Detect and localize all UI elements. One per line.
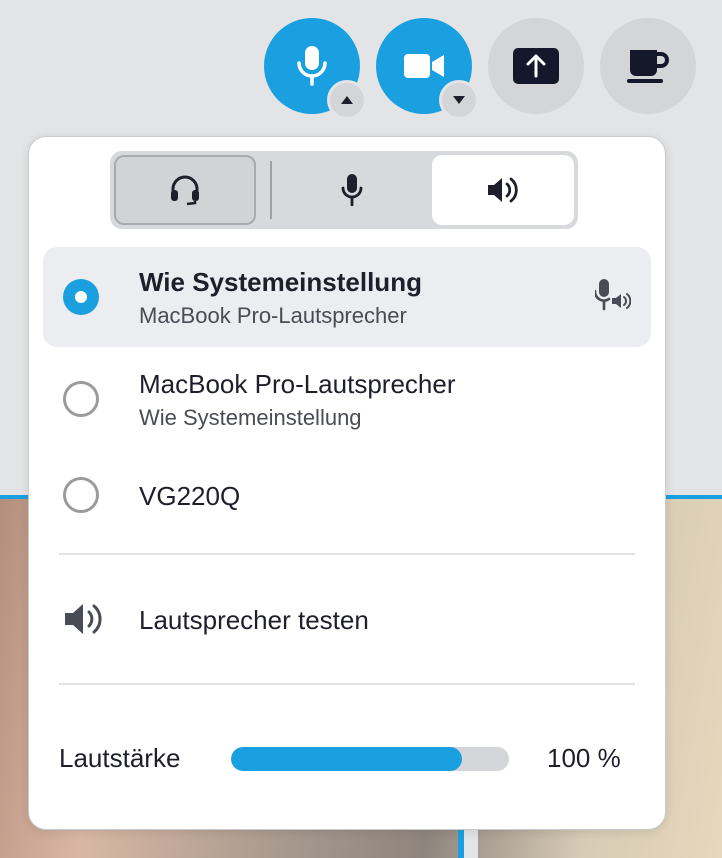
device-title: Wie Systemeinstellung bbox=[139, 267, 422, 297]
mic-options-button[interactable] bbox=[327, 80, 367, 120]
break-button[interactable] bbox=[600, 18, 696, 114]
caret-down-icon bbox=[453, 96, 465, 104]
coffee-cup-icon bbox=[627, 50, 669, 83]
radio-unselected[interactable] bbox=[63, 477, 99, 513]
device-subtitle: Wie Systemeinstellung bbox=[139, 405, 362, 430]
screen-share-button[interactable] bbox=[488, 18, 584, 114]
caret-up-icon bbox=[341, 96, 353, 104]
radio-selected[interactable] bbox=[63, 279, 99, 315]
volume-slider[interactable] bbox=[231, 747, 509, 771]
camera-options-button[interactable] bbox=[439, 80, 479, 120]
microphone-icon bbox=[341, 174, 363, 206]
headset-icon bbox=[171, 175, 199, 206]
mic-speaker-icon bbox=[595, 279, 631, 311]
device-option-system-default[interactable]: Wie Systemeinstellung MacBook Pro-Lautsp… bbox=[43, 247, 651, 347]
radio-unselected[interactable] bbox=[63, 381, 99, 417]
speaker-icon bbox=[488, 177, 518, 203]
test-speaker-label: Lautsprecher testen bbox=[139, 605, 369, 635]
volume-value: 100 % bbox=[547, 743, 621, 773]
test-speaker-button[interactable]: Lautsprecher testen bbox=[59, 591, 635, 651]
device-subtitle: MacBook Pro-Lautsprecher bbox=[139, 303, 407, 328]
divider bbox=[59, 683, 635, 685]
device-type-tabs bbox=[110, 151, 578, 229]
tab-speaker[interactable] bbox=[432, 155, 574, 225]
tab-headset[interactable] bbox=[114, 155, 256, 225]
microphone-icon bbox=[297, 46, 327, 86]
tab-microphone[interactable] bbox=[272, 155, 432, 225]
device-option-macbook-speakers[interactable]: MacBook Pro-Lautsprecher Wie Systemeinst… bbox=[43, 349, 651, 449]
divider bbox=[59, 553, 635, 555]
volume-slider-fill bbox=[231, 747, 462, 771]
device-title: MacBook Pro-Lautsprecher bbox=[139, 369, 456, 399]
device-option-vg220q[interactable]: VG220Q bbox=[43, 451, 651, 541]
device-title: VG220Q bbox=[139, 481, 241, 511]
speaker-icon bbox=[65, 604, 102, 634]
audio-settings-popover: Wie Systemeinstellung MacBook Pro-Lautsp… bbox=[28, 136, 666, 830]
video-camera-icon bbox=[404, 54, 444, 78]
volume-label: Lautstärke bbox=[59, 743, 181, 773]
screen-share-icon bbox=[513, 48, 559, 84]
